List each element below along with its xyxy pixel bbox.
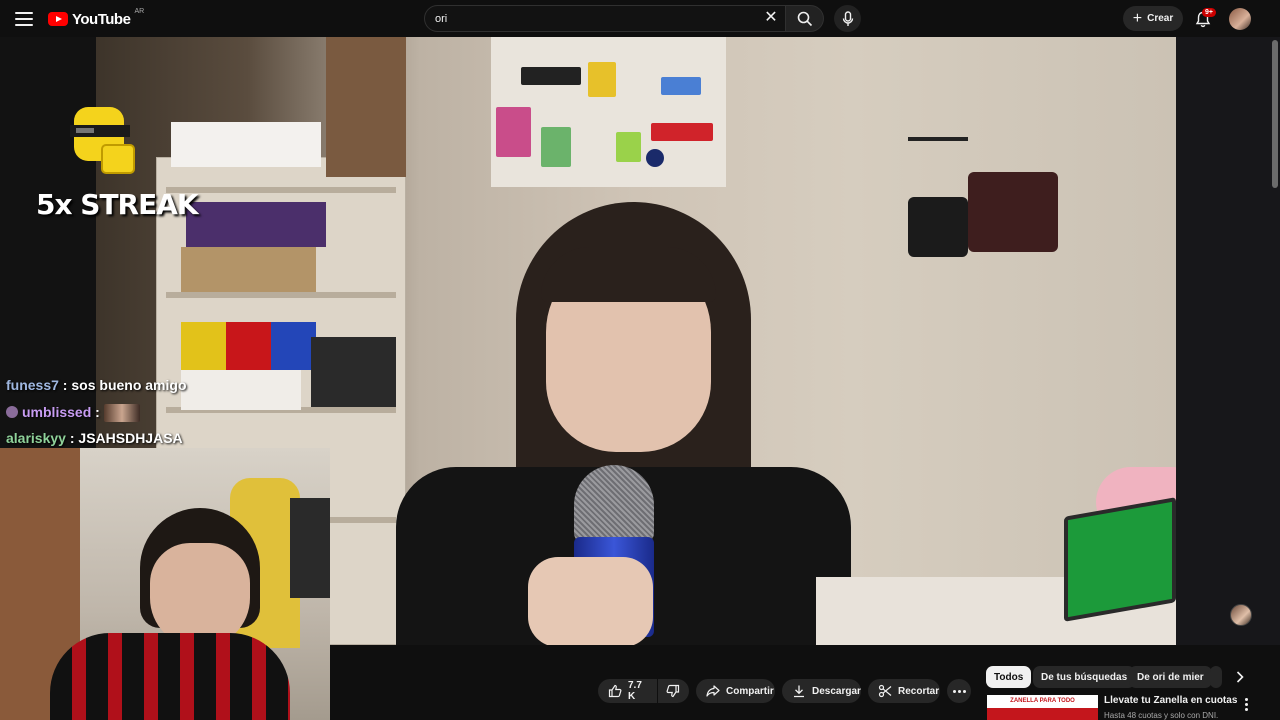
boots — [311, 337, 396, 407]
ad-subtitle: Hasta 48 cuotas y solo con DNI. — [1104, 711, 1219, 720]
thumbs-down-icon — [666, 684, 680, 698]
logo-text: YouTube — [72, 10, 131, 28]
clear-search-icon[interactable]: ✕ — [762, 9, 780, 27]
search-button[interactable] — [786, 5, 824, 32]
chip-todos[interactable]: Todos — [986, 666, 1032, 688]
video-actions-bar: 7.7 K Compartir Descargar Recortar Todos… — [330, 645, 1280, 720]
sticker — [646, 149, 664, 167]
clip-button[interactable]: Recortar — [868, 679, 940, 703]
sticker — [521, 67, 581, 85]
sticker — [616, 132, 641, 162]
shelf-box — [181, 322, 226, 370]
more-dot — [957, 689, 961, 693]
chat-line: alariskyy : JSAHSDHJASA — [6, 430, 183, 446]
chat-username: umblissed — [22, 404, 92, 420]
create-label: Crear — [1147, 13, 1174, 24]
plus-icon: + — [1132, 9, 1143, 27]
download-icon — [794, 685, 804, 698]
more-actions-button[interactable] — [947, 679, 971, 703]
person-bangs — [541, 247, 716, 302]
streamer-webcam — [0, 448, 330, 720]
chat-separator: : — [58, 377, 72, 393]
streak-text: 5x STREAK — [36, 188, 199, 221]
chat-line: umblissed : — [6, 404, 140, 423]
chat-username: funess7 — [6, 377, 59, 393]
webcam-person-jersey — [50, 633, 290, 720]
shelf-box — [181, 247, 316, 292]
download-button[interactable]: Descargar — [782, 679, 861, 703]
search-input[interactable] — [435, 12, 735, 25]
ad-thumbnail-banner — [987, 708, 1098, 720]
chat-message: JSAHSDHJASA — [78, 430, 183, 446]
share-button[interactable]: Compartir — [696, 679, 775, 703]
sticker — [661, 77, 701, 95]
region-code: AR — [134, 8, 145, 15]
shelf-box — [171, 122, 321, 167]
create-button[interactable]: + Crear — [1123, 6, 1183, 31]
chat-badge-icon — [6, 406, 18, 418]
chat-line: funess7 : sos bueno amigo — [6, 377, 187, 393]
chip-de-ori-de-mier[interactable]: De ori de mier — [1129, 666, 1212, 688]
webcam-monitor — [290, 498, 330, 598]
ad-more-options-icon[interactable] — [1240, 694, 1252, 714]
sticker — [588, 62, 616, 97]
more-dot — [952, 689, 956, 693]
share-icon — [706, 685, 720, 697]
chevron-right-icon — [1236, 671, 1244, 683]
coat-rack — [908, 137, 968, 141]
sticker — [496, 107, 531, 157]
ad-title[interactable]: Llevate tu Zanella en cuotas — [1104, 695, 1237, 706]
ad-thumbnail-text: ZANELLA PARA TODO — [987, 698, 1098, 706]
youtube-logo[interactable]: YouTube AR — [48, 8, 144, 30]
chat-message: sos bueno amigo — [71, 377, 187, 393]
sticker-supreme — [651, 123, 713, 141]
microphone-icon — [842, 10, 853, 26]
like-count: 7.7 K — [628, 680, 642, 702]
video-letterbox-right — [1176, 37, 1280, 645]
dislike-button[interactable] — [658, 679, 689, 703]
streak-cool-face-icon — [70, 107, 135, 174]
bag — [326, 37, 406, 177]
maroon-bag — [968, 172, 1058, 252]
search-box[interactable] — [424, 5, 786, 32]
shelf-box — [271, 322, 316, 370]
shelf-box — [186, 202, 326, 247]
page-scrollbar-thumb[interactable] — [1272, 40, 1278, 188]
account-avatar[interactable] — [1229, 8, 1251, 30]
shelf-board — [166, 292, 396, 298]
thumbs-up-icon — [608, 684, 622, 698]
chat-separator: : — [91, 404, 104, 420]
chat-emote-image — [103, 404, 140, 423]
chip-de-tus-busquedas[interactable]: De tus búsquedas — [1033, 666, 1136, 688]
ad-thumbnail[interactable]: ZANELLA PARA TODO — [987, 695, 1098, 720]
channel-watermark-avatar[interactable] — [1230, 604, 1252, 626]
menu-icon[interactable] — [12, 7, 36, 31]
download-label: Descargar — [812, 685, 861, 697]
more-dot — [962, 689, 966, 693]
shelf-box — [226, 322, 271, 370]
share-label: Compartir — [726, 685, 774, 697]
like-button[interactable]: 7.7 K — [598, 679, 657, 703]
clip-label: Recortar — [898, 685, 940, 697]
notification-badge: 9+ — [1202, 8, 1216, 17]
chat-separator: : — [65, 430, 79, 446]
search-icon — [797, 11, 812, 26]
laptop-screen — [1064, 497, 1176, 622]
voice-search-button[interactable] — [834, 5, 861, 32]
scissors-icon — [878, 684, 892, 698]
microphone-head — [574, 465, 654, 543]
sticker — [541, 127, 571, 167]
chip-partial[interactable] — [1210, 666, 1222, 688]
chips-next-button[interactable] — [1230, 667, 1250, 687]
shelf-board — [166, 187, 396, 193]
person-hand — [528, 557, 653, 645]
black-bag — [908, 197, 968, 257]
youtube-play-icon — [48, 12, 68, 26]
chat-username: alariskyy — [6, 430, 66, 446]
shelf-box — [181, 370, 301, 410]
